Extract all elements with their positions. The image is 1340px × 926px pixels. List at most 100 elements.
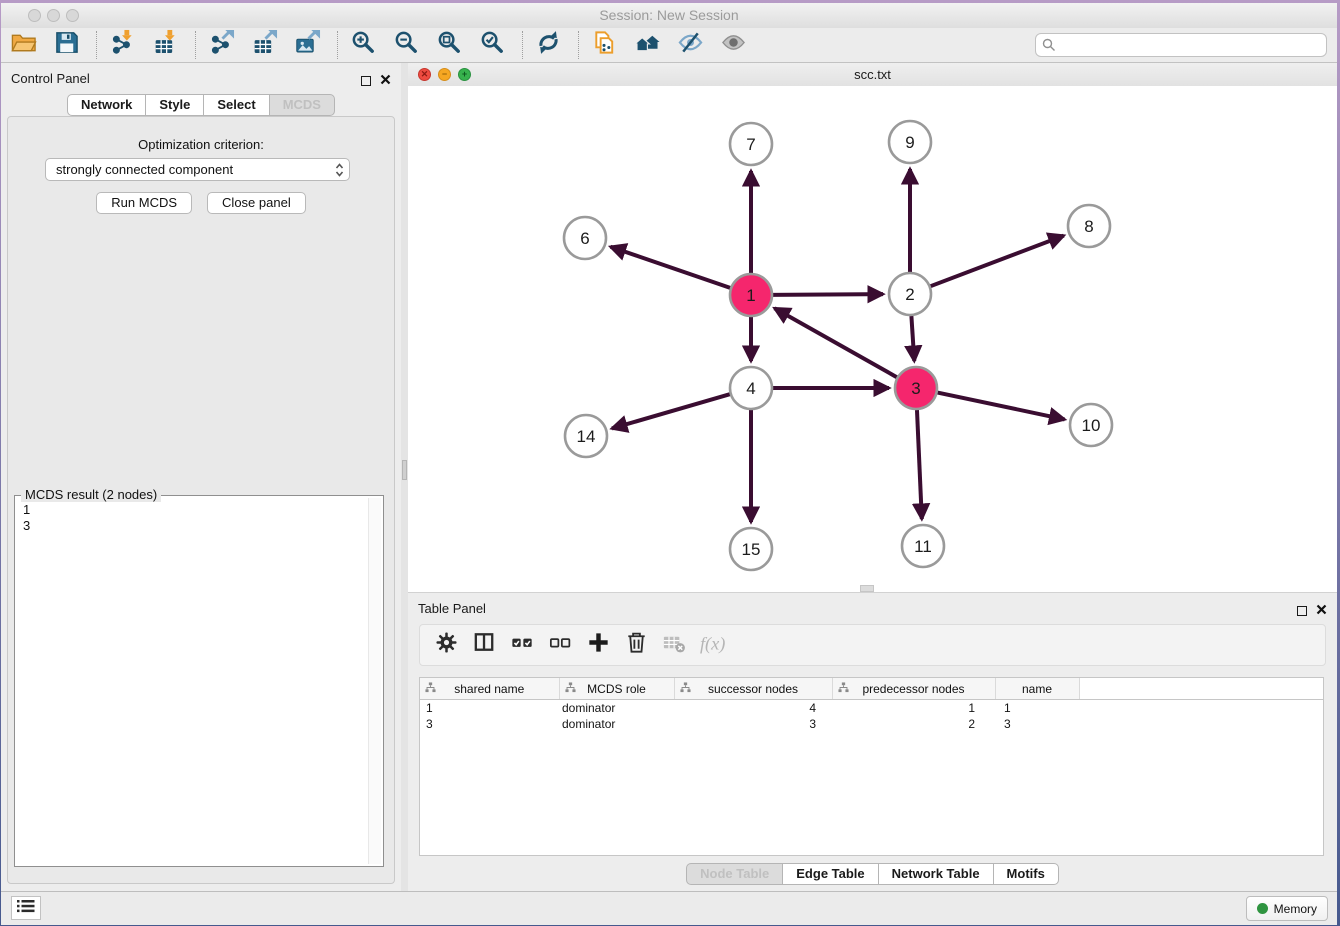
memory-status-icon bbox=[1257, 903, 1268, 914]
export-network-button[interactable] bbox=[206, 30, 236, 60]
apply-preferred-layout-icon bbox=[535, 29, 562, 61]
network-view-title: scc.txt bbox=[408, 67, 1337, 82]
settings-button[interactable] bbox=[432, 631, 460, 659]
row-filler bbox=[1079, 716, 1323, 732]
table-cell[interactable]: 3 bbox=[420, 716, 559, 732]
network-canvas[interactable]: 7968124314101511 bbox=[408, 86, 1337, 592]
zoom-fit-content-icon bbox=[436, 29, 463, 61]
zoom-out-button[interactable] bbox=[391, 30, 421, 60]
graph-edge-3-1[interactable] bbox=[775, 308, 897, 377]
result-scrollbar[interactable] bbox=[368, 498, 381, 864]
tab-network[interactable]: Network bbox=[67, 94, 146, 116]
destroy-table-button bbox=[660, 631, 688, 659]
table-cell[interactable]: 3 bbox=[995, 716, 1079, 732]
close-panel-icon[interactable] bbox=[380, 72, 391, 90]
table-cell[interactable]: 4 bbox=[674, 700, 832, 717]
table-panel-tabs: Node TableEdge TableNetwork TableMotifs bbox=[408, 863, 1337, 885]
graph-edge-3-10[interactable] bbox=[938, 393, 1065, 420]
import-table-from-file-button[interactable] bbox=[150, 30, 180, 60]
import-network-from-file-icon bbox=[109, 29, 136, 61]
mcds-result-box[interactable]: MCDS result (2 nodes) 13 bbox=[14, 495, 384, 867]
tab-node-table[interactable]: Node Table bbox=[686, 863, 783, 885]
show-all-button[interactable] bbox=[718, 30, 748, 60]
control-panel: Control Panel NetworkStyleSelectMCDS Opt… bbox=[1, 63, 401, 892]
splitter-grip[interactable] bbox=[402, 460, 407, 480]
table-cell[interactable]: 3 bbox=[674, 716, 832, 732]
row-filler bbox=[1079, 700, 1323, 717]
graph-edge-2-3[interactable] bbox=[911, 316, 914, 361]
close-table-panel-icon[interactable] bbox=[1316, 602, 1327, 620]
canvas-splitter-grip[interactable] bbox=[860, 585, 874, 592]
apply-preferred-layout-button[interactable] bbox=[533, 30, 563, 60]
export-image-icon bbox=[294, 29, 321, 61]
select-all-rows-button[interactable] bbox=[508, 631, 536, 659]
graph-edge-2-8[interactable] bbox=[931, 236, 1064, 287]
table-cell[interactable]: dominator bbox=[559, 716, 674, 732]
float-panel-icon[interactable] bbox=[361, 76, 371, 86]
vertical-splitter[interactable] bbox=[401, 63, 408, 892]
column-header-mcds-role[interactable]: MCDS role bbox=[559, 678, 674, 700]
float-table-panel-icon[interactable] bbox=[1297, 606, 1307, 616]
table-row[interactable]: 1dominator411 bbox=[420, 700, 1323, 717]
graph-node-label: 6 bbox=[580, 229, 589, 248]
clone-current-network-button[interactable] bbox=[589, 30, 619, 60]
export-image-button[interactable] bbox=[292, 30, 322, 60]
table-cell[interactable]: dominator bbox=[559, 700, 674, 717]
show-columns-icon bbox=[471, 629, 498, 661]
deselect-all-rows-button[interactable] bbox=[546, 631, 574, 659]
desktop: Session: New Session Control Panel Netwo… bbox=[0, 0, 1340, 926]
tab-motifs[interactable]: Motifs bbox=[993, 863, 1059, 885]
tab-select[interactable]: Select bbox=[203, 94, 269, 116]
graph-edge-4-14[interactable] bbox=[612, 394, 730, 428]
column-header-shared-name[interactable]: shared name bbox=[420, 678, 559, 700]
first-neighbors-of-selected-icon bbox=[634, 29, 661, 61]
open-session-icon bbox=[10, 29, 37, 61]
zoom-fit-content-button[interactable] bbox=[434, 30, 464, 60]
search-box[interactable] bbox=[1035, 33, 1327, 57]
column-header-successor-nodes[interactable]: successor nodes bbox=[674, 678, 832, 700]
add-column-button[interactable] bbox=[584, 631, 612, 659]
graph-edge-3-11[interactable] bbox=[917, 410, 922, 519]
graph-edge-1-6[interactable] bbox=[611, 247, 731, 288]
table-cell[interactable]: 1 bbox=[832, 700, 995, 717]
table-cell[interactable]: 1 bbox=[420, 700, 559, 717]
export-table-button[interactable] bbox=[249, 30, 279, 60]
zoom-in-button[interactable] bbox=[348, 30, 378, 60]
graph-node-label: 10 bbox=[1082, 416, 1101, 435]
memory-label: Memory bbox=[1274, 902, 1317, 916]
tab-style[interactable]: Style bbox=[145, 94, 204, 116]
zoom-out-icon bbox=[393, 29, 420, 61]
window-title: Session: New Session bbox=[1, 7, 1337, 23]
close-panel-button[interactable]: Close panel bbox=[207, 192, 306, 214]
save-session-button[interactable] bbox=[51, 30, 81, 60]
zoom-selected-icon bbox=[479, 29, 506, 61]
result-line: 3 bbox=[23, 518, 367, 534]
open-session-button[interactable] bbox=[8, 30, 38, 60]
tab-edge-table[interactable]: Edge Table bbox=[782, 863, 878, 885]
network-graph: 7968124314101511 bbox=[408, 86, 1337, 592]
tab-mcds[interactable]: MCDS bbox=[269, 94, 335, 116]
run-mcds-button[interactable]: Run MCDS bbox=[96, 192, 192, 214]
add-column-icon bbox=[585, 629, 612, 661]
tab-network-table[interactable]: Network Table bbox=[878, 863, 994, 885]
show-columns-button[interactable] bbox=[470, 631, 498, 659]
hide-selected-button[interactable] bbox=[675, 30, 705, 60]
graph-edge-1-2[interactable] bbox=[773, 294, 883, 295]
delete-columns-button[interactable] bbox=[622, 631, 650, 659]
table-cell[interactable]: 2 bbox=[832, 716, 995, 732]
graph-node-label: 4 bbox=[746, 379, 755, 398]
first-neighbors-of-selected-button[interactable] bbox=[632, 30, 662, 60]
zoom-selected-button[interactable] bbox=[477, 30, 507, 60]
import-network-from-file-button[interactable] bbox=[107, 30, 137, 60]
column-header-name[interactable]: name bbox=[995, 678, 1079, 700]
table-cell[interactable]: 1 bbox=[995, 700, 1079, 717]
table-row[interactable]: 3dominator323 bbox=[420, 716, 1323, 732]
task-history-button[interactable] bbox=[11, 896, 41, 920]
memory-button[interactable]: Memory bbox=[1246, 896, 1328, 921]
optimization-criterion-select[interactable]: strongly connected component bbox=[45, 158, 350, 181]
table-panel: Table Panel f(x) shared nameMCDS rolesuc… bbox=[408, 592, 1337, 892]
control-panel-tabs: NetworkStyleSelectMCDS bbox=[1, 94, 401, 116]
column-header-predecessor-nodes[interactable]: predecessor nodes bbox=[832, 678, 995, 700]
search-input[interactable] bbox=[1062, 35, 1320, 55]
graph-node-label: 3 bbox=[911, 379, 920, 398]
